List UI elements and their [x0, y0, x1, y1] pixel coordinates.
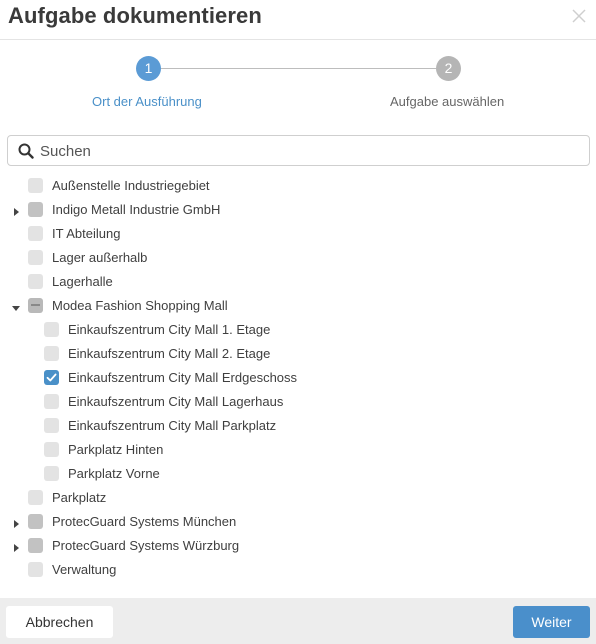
checkbox[interactable] [28, 226, 43, 241]
checkbox[interactable] [28, 274, 43, 289]
checkbox[interactable] [44, 466, 59, 481]
checkbox[interactable] [44, 346, 59, 361]
checkbox[interactable] [44, 442, 59, 457]
next-button[interactable]: Weiter [513, 606, 590, 638]
tree-item[interactable]: Einkaufszentrum City Mall Erdgeschoss [0, 366, 596, 390]
tree-item[interactable]: Einkaufszentrum City Mall 2. Etage [0, 342, 596, 366]
tree-item[interactable]: Parkplatz [0, 486, 596, 510]
tree-item-label[interactable]: Indigo Metall Industrie GmbH [52, 202, 220, 217]
tree-item-label[interactable]: Parkplatz [52, 490, 106, 505]
step-2-label[interactable]: Aufgabe auswählen [390, 94, 504, 109]
search-box [7, 135, 590, 166]
tree-item[interactable]: Verwaltung [0, 558, 596, 582]
tree-item[interactable]: Indigo Metall Industrie GmbH [0, 198, 596, 222]
tree-item[interactable]: Lager außerhalb [0, 246, 596, 270]
tree-item-label[interactable]: Lagerhalle [52, 274, 113, 289]
search-icon [18, 143, 34, 159]
tree-item-label[interactable]: Einkaufszentrum City Mall Erdgeschoss [68, 370, 297, 385]
checkbox-partial[interactable] [28, 298, 43, 313]
tree-item-label[interactable]: Einkaufszentrum City Mall Parkplatz [68, 418, 276, 433]
cancel-button[interactable]: Abbrechen [6, 606, 113, 638]
checkbox[interactable] [44, 418, 59, 433]
tree-item[interactable]: Parkplatz Hinten [0, 438, 596, 462]
stepper: 1 2 Ort der Ausführung Aufgabe auswählen [0, 56, 596, 116]
dialog-header: Aufgabe dokumentieren [0, 0, 596, 40]
step-1-circle[interactable]: 1 [136, 56, 161, 81]
caret-right-icon[interactable] [11, 204, 21, 216]
caret-right-icon[interactable] [11, 540, 21, 552]
tree-item[interactable]: Einkaufszentrum City Mall Parkplatz [0, 414, 596, 438]
tree-item[interactable]: Lagerhalle [0, 270, 596, 294]
tree-item-label[interactable]: Einkaufszentrum City Mall Lagerhaus [68, 394, 283, 409]
checkbox[interactable] [28, 562, 43, 577]
stepper-line [160, 68, 436, 69]
tree-item-label[interactable]: Parkplatz Vorne [68, 466, 160, 481]
checkbox[interactable] [28, 538, 43, 553]
step-2-circle[interactable]: 2 [436, 56, 461, 81]
tree-item-label[interactable]: Modea Fashion Shopping Mall [52, 298, 228, 313]
dialog-footer: Abbrechen Weiter [0, 598, 596, 644]
dialog-title: Aufgabe dokumentieren [8, 3, 262, 28]
tree-item-label[interactable]: Außenstelle Industriegebiet [52, 178, 210, 193]
tree-item-label[interactable]: Lager außerhalb [52, 250, 147, 265]
tree-item-label[interactable]: Einkaufszentrum City Mall 2. Etage [68, 346, 270, 361]
tree-item-label[interactable]: IT Abteilung [52, 226, 120, 241]
close-icon[interactable] [570, 7, 588, 25]
tree-item[interactable]: Parkplatz Vorne [0, 462, 596, 486]
checkbox[interactable] [28, 250, 43, 265]
tree-item-label[interactable]: Parkplatz Hinten [68, 442, 163, 457]
caret-right-icon[interactable] [11, 516, 21, 528]
tree-item[interactable]: Modea Fashion Shopping Mall [0, 294, 596, 318]
caret-down-icon[interactable] [11, 300, 21, 311]
tree-item[interactable]: Einkaufszentrum City Mall Lagerhaus [0, 390, 596, 414]
tree-item[interactable]: ProtecGuard Systems München [0, 510, 596, 534]
tree-item-label[interactable]: ProtecGuard Systems Würzburg [52, 538, 239, 553]
tree-item[interactable]: Außenstelle Industriegebiet [0, 174, 596, 198]
tree-item-label[interactable]: ProtecGuard Systems München [52, 514, 236, 529]
tree-item[interactable]: ProtecGuard Systems Würzburg [0, 534, 596, 558]
checkbox[interactable] [28, 514, 43, 529]
tree-item-label[interactable]: Verwaltung [52, 562, 116, 577]
checkbox-checked[interactable] [44, 370, 59, 385]
step-1-label[interactable]: Ort der Ausführung [92, 94, 202, 109]
checkbox[interactable] [28, 490, 43, 505]
dialog: Aufgabe dokumentieren 1 2 Ort der Ausfüh… [0, 0, 596, 644]
search-input[interactable] [40, 140, 580, 162]
checkbox[interactable] [44, 394, 59, 409]
tree-item-label[interactable]: Einkaufszentrum City Mall 1. Etage [68, 322, 270, 337]
checkbox[interactable] [28, 202, 43, 217]
checkbox[interactable] [28, 178, 43, 193]
tree-item[interactable]: Einkaufszentrum City Mall 1. Etage [0, 318, 596, 342]
checkbox[interactable] [44, 322, 59, 337]
tree-item[interactable]: IT Abteilung [0, 222, 596, 246]
